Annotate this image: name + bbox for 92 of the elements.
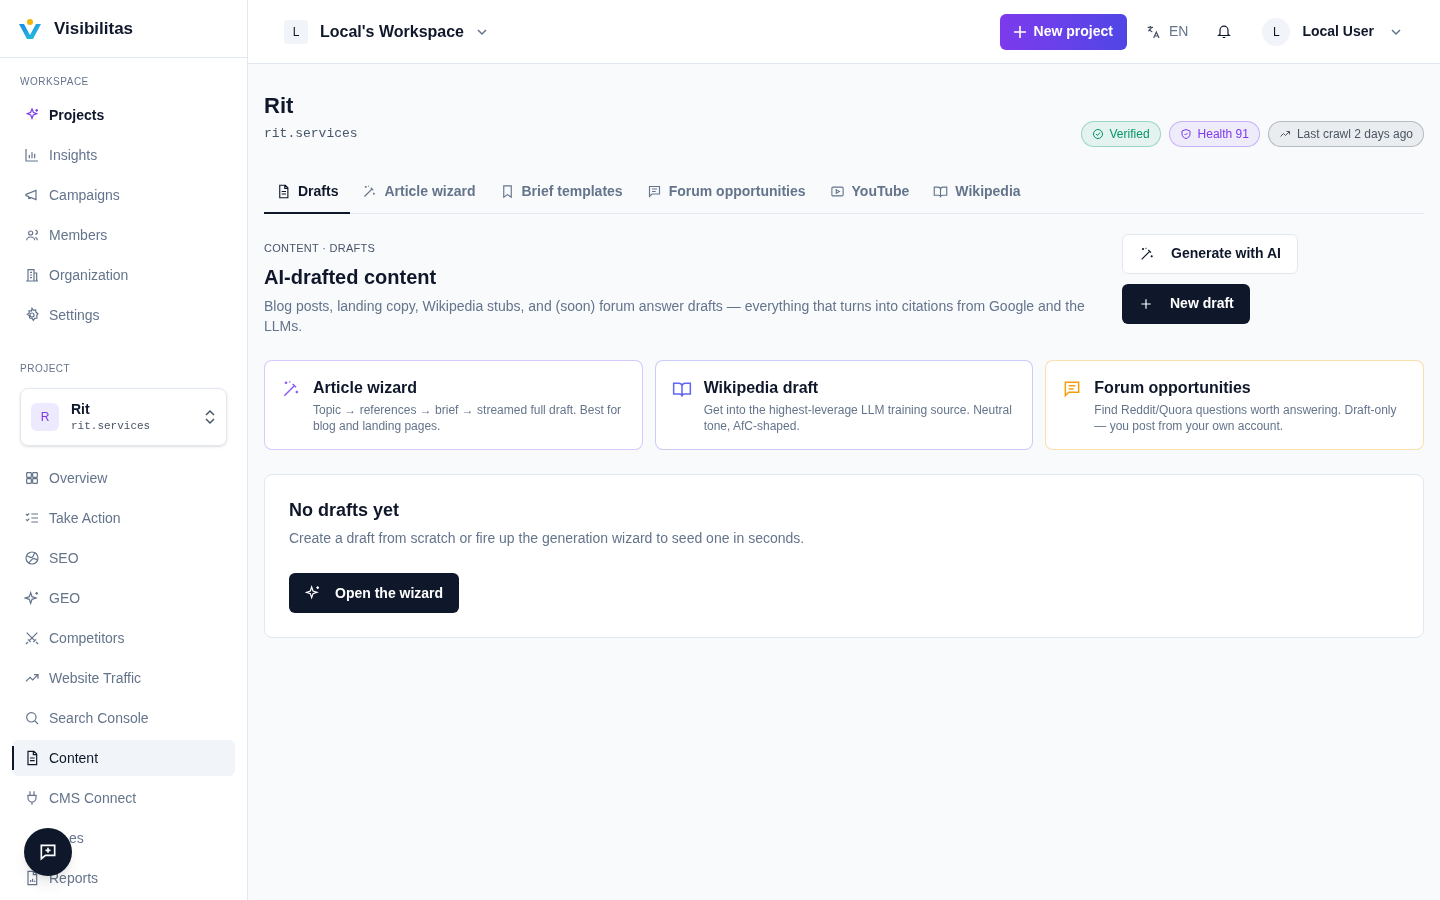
grid-icon <box>24 470 40 486</box>
sidebar-item[interactable]: GEO <box>12 580 235 616</box>
book-icon <box>671 379 692 399</box>
check-circle-icon <box>1091 127 1104 140</box>
user-name: Local User <box>1302 22 1374 41</box>
section-title: AI-drafted content <box>264 265 438 290</box>
project-domain: rit.services <box>264 125 358 143</box>
tab[interactable]: YouTube <box>817 171 922 214</box>
swords-icon <box>24 630 40 646</box>
chevron-down-icon <box>1390 27 1402 36</box>
project-title: Rit <box>264 92 295 120</box>
chart-document-icon <box>24 870 40 886</box>
plus-icon <box>1013 25 1026 38</box>
message-plus-icon <box>38 842 58 862</box>
sidebar-item[interactable]: Insights <box>12 137 235 173</box>
sidebar-item[interactable]: Members <box>12 217 235 253</box>
sidebar-item[interactable]: Take Action <box>12 500 235 536</box>
language-button[interactable]: EN <box>1144 21 1189 42</box>
card-title: Article wizard <box>313 378 419 398</box>
tab[interactable]: Article wizard <box>350 171 488 214</box>
breadcrumb: CONTENT · DRAFTS <box>264 240 377 256</box>
sidebar-item[interactable]: Content <box>12 740 235 776</box>
tab[interactable]: Wikipedia <box>921 171 1033 214</box>
feature-card[interactable]: Article wizard Topic → references → brief → streamed full draft. Best for blog and landing pages. <box>264 360 643 450</box>
status-badge: Last crawl 2 days ago <box>1267 120 1424 147</box>
bar-chart-icon <box>24 147 40 163</box>
sidebar-item[interactable]: Projects <box>12 97 235 133</box>
magic-wand-icon <box>281 379 301 399</box>
tab[interactable]: Brief templates <box>487 171 635 214</box>
card-description: Topic → references → brief → streamed full draft. Best for blog and landing pages. <box>313 402 623 434</box>
sidebar-item[interactable]: CMS Connect <box>12 780 235 816</box>
project-selector[interactable]: R Rit rit.services <box>20 388 227 446</box>
tab[interactable]: Drafts <box>264 171 351 214</box>
user-menu[interactable]: L Local User <box>1262 17 1402 46</box>
card-description: Find Reddit/Quora questions worth answering. Draft-only — you post from your own account. <box>1094 402 1398 434</box>
sidebar-item[interactable]: Search Console <box>12 700 235 736</box>
feature-card[interactable]: Wikipedia draft Get into the highest-leverage LLM training source. Neutral tone, AfC-shaped. <box>654 360 1034 450</box>
card-title: Forum opportunities <box>1094 378 1252 398</box>
empty-state-title: No drafts yet <box>289 499 400 522</box>
building-icon <box>24 267 40 283</box>
magic-wand-icon <box>1139 245 1155 262</box>
open-wizard-button[interactable]: Open the wizard <box>289 573 460 613</box>
workspace-avatar: L <box>284 19 308 44</box>
shield-check-icon <box>1179 127 1192 140</box>
sidebar-item[interactable]: Settings <box>12 297 235 333</box>
notification-bell-icon[interactable] <box>1216 23 1233 40</box>
globe-icon <box>24 550 40 566</box>
new-project-button[interactable]: New project <box>999 13 1127 50</box>
section-heading: PROJECT <box>19 362 72 376</box>
section-heading: WORKSPACE <box>19 75 90 89</box>
brand-name: Visibilitas <box>54 17 134 40</box>
sidebar-item[interactable]: es <box>12 820 235 856</box>
generate-button[interactable]: Generate with AI <box>1122 233 1298 274</box>
settings-icon <box>24 307 40 323</box>
sidebar-item[interactable]: Website Traffic <box>12 660 235 696</box>
workspace-switcher[interactable]: L Local's Workspace <box>284 19 488 44</box>
status-badge: Health 91 <box>1168 120 1260 147</box>
feature-card[interactable]: Forum opportunities Find Reddit/Quora questions worth answering. Draft-only — you post from your own account. <box>1045 360 1424 450</box>
sidebar-item[interactable]: Organization <box>12 257 235 293</box>
magic-wand-icon <box>362 184 378 199</box>
sidebar-item[interactable]: Competitors <box>12 620 235 656</box>
logo-icon <box>18 17 42 40</box>
sidebar-item[interactable]: Campaigns <box>12 177 235 213</box>
workspace-name: Local's Workspace <box>320 21 464 42</box>
sidebar-item[interactable]: SEO <box>12 540 235 576</box>
card-title: Wikipedia draft <box>703 378 820 398</box>
empty-state-description: Create a draft from scratch or fire up the generation wizard to seed one in seconds. <box>289 529 805 548</box>
document-icon <box>276 184 291 199</box>
checklist-icon <box>24 510 40 526</box>
tab[interactable]: Forum opportunities <box>634 171 818 214</box>
users-icon <box>24 227 40 243</box>
new-draft-button[interactable]: New draft <box>1122 283 1250 324</box>
chevron-down-icon <box>476 27 488 36</box>
project-avatar: R <box>31 403 59 431</box>
video-icon <box>829 184 845 199</box>
project-domain: rit.services <box>71 418 152 434</box>
status-badge: Verified <box>1080 120 1161 147</box>
card-description: Get into the highest-leverage LLM training source. Neutral tone, AfC-shaped. <box>703 402 1013 434</box>
message-icon <box>646 184 662 199</box>
search-icon <box>24 710 40 726</box>
user-avatar: L <box>1262 17 1291 46</box>
megaphone-icon <box>24 187 40 203</box>
sparkles-icon <box>305 585 321 601</box>
sidebar-item[interactable]: Overview <box>12 460 235 496</box>
sparkles-icon <box>24 590 40 606</box>
chevron-up-down-icon <box>204 409 216 425</box>
sidebar-item[interactable]: Reports <box>12 860 235 896</box>
document-icon <box>24 750 40 766</box>
book-icon <box>933 184 949 199</box>
plug-icon <box>24 790 40 806</box>
project-name: Rit <box>71 399 91 418</box>
section-description: Blog posts, landing copy, Wikipedia stubs, and (soon) forum answer drafts — everything that turns into citations from Google and the LLMs. <box>264 297 1086 336</box>
